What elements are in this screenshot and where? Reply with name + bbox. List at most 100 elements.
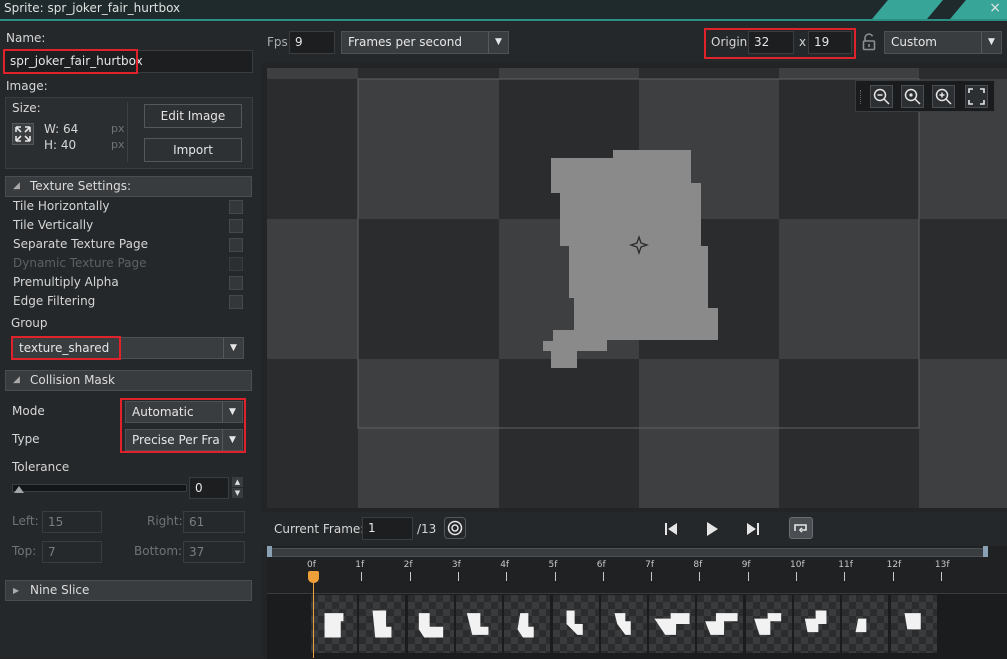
mask-top-input: 7 (42, 541, 102, 563)
frame-timeline[interactable]: 0f 1f 2f 3f 4f 5f 6f 7f 8f 9f 10f 11f 12f 13f (267, 546, 1007, 659)
origin-highlight (704, 28, 856, 59)
timeline-tick-label: 9f (741, 560, 751, 570)
timeline-tick-label: 1f (355, 560, 365, 570)
frame-thumbnail[interactable] (504, 595, 552, 653)
unlock-icon[interactable] (861, 33, 877, 51)
collision-mask-header[interactable]: ◢ Collision Mask (5, 370, 252, 391)
width-unit: px (111, 122, 125, 135)
range-start-handle[interactable] (267, 546, 272, 557)
fps-input[interactable]: 9 (289, 31, 335, 54)
spin-up-icon[interactable]: ▲ (232, 477, 243, 487)
grip-icon (860, 90, 863, 104)
playhead-handle[interactable] (308, 571, 319, 583)
nine-slice-label: Nine Slice (30, 583, 90, 597)
collapse-triangle-icon: ◢ (13, 375, 20, 385)
edge-filtering-checkbox[interactable] (229, 295, 243, 309)
fps-label: Fps (267, 35, 288, 49)
frame-thumbnail[interactable] (697, 595, 745, 653)
timeline-tick (747, 572, 749, 581)
collapse-triangle-icon: ◢ (13, 181, 20, 191)
chevron-down-icon: ▼ (488, 32, 508, 53)
frame-sprite (705, 613, 738, 635)
fit-screen-icon[interactable] (965, 85, 988, 108)
zoom-toolbar (855, 80, 995, 112)
timeline-range-bar[interactable] (270, 548, 988, 557)
playhead-line (313, 572, 314, 658)
slider-handle[interactable] (14, 486, 24, 493)
tolerance-slider[interactable] (12, 484, 187, 492)
timeline-tick-label: 4f (500, 560, 510, 570)
resize-arrows-icon[interactable] (12, 123, 34, 145)
premultiply-alpha-checkbox[interactable] (229, 276, 243, 290)
zoom-out-icon[interactable] (870, 85, 893, 108)
frame-thumbnail[interactable] (842, 595, 890, 653)
size-label: Size: (12, 101, 41, 115)
play-icon[interactable] (703, 520, 721, 538)
frame-sprite (753, 613, 781, 635)
collision-mask-label: Collision Mask (30, 373, 115, 387)
zoom-in-icon[interactable] (932, 85, 955, 108)
timeline-tick-label: 6f (596, 560, 606, 570)
import-button[interactable]: Import (144, 138, 242, 162)
frame-sprite (904, 613, 921, 630)
timeline-tick-label: 8f (693, 560, 703, 570)
timeline-tick (940, 572, 942, 581)
frame-thumbnail[interactable] (649, 595, 697, 653)
tile-horizontally-checkbox[interactable] (229, 200, 243, 214)
origin-preset-select[interactable]: Custom ▼ (884, 31, 1002, 54)
timeline-tick (796, 572, 797, 581)
frame-sprite (466, 613, 489, 635)
timeline-tick-label: 13f (934, 560, 950, 570)
frame-sprite (614, 613, 631, 635)
frame-thumbnail[interactable] (794, 595, 841, 653)
zoom-reset-icon[interactable] (901, 85, 924, 108)
frame-thumbnail[interactable] (407, 595, 455, 653)
width-value: W: 64 (44, 122, 79, 136)
separate-texture-page-checkbox[interactable] (229, 238, 243, 252)
mask-bottom-input: 37 (183, 541, 245, 563)
frame-thumbnail[interactable] (552, 595, 600, 653)
texture-settings-label: Texture Settings: (30, 179, 132, 193)
divider (127, 102, 128, 162)
frame-thumbnail[interactable] (455, 595, 503, 653)
range-end-handle[interactable] (983, 546, 988, 557)
timeline-tick-label: 0f (307, 560, 316, 570)
skip-forward-icon[interactable] (744, 520, 762, 538)
frame-thumbnail[interactable] (890, 595, 938, 653)
mode-label: Mode (12, 404, 45, 418)
fps-mode-select[interactable]: Frames per second ▼ (341, 31, 509, 54)
top-label: Top: (12, 544, 37, 558)
texture-settings-header[interactable]: ◢ Texture Settings: (5, 176, 252, 197)
group-highlight (11, 336, 121, 360)
frame-sprite (804, 610, 827, 633)
nine-slice-header[interactable]: ▶ Nine Slice (5, 580, 252, 601)
frame-thumbnail[interactable] (745, 595, 793, 653)
option-premultiply-alpha: Premultiply Alpha (13, 275, 119, 289)
sprite-canvas[interactable] (267, 68, 1007, 508)
group-label: Group (11, 316, 48, 330)
chevron-down-icon: ▼ (223, 338, 243, 358)
timeline-tick (892, 572, 894, 581)
onion-skin-icon[interactable] (444, 517, 466, 539)
frame-thumbnail[interactable] (311, 595, 358, 653)
tolerance-input[interactable]: 0 (189, 477, 229, 499)
tile-vertically-checkbox[interactable] (229, 219, 243, 233)
frame-thumbnail[interactable] (600, 595, 648, 653)
timeline-tick (844, 572, 846, 581)
skip-back-icon[interactable] (662, 520, 680, 538)
frame-sprite (324, 613, 344, 638)
properties-panel: Name: spr_joker_fair_hurtbox Image: Size… (0, 22, 262, 658)
spin-down-icon[interactable]: ▼ (232, 488, 243, 498)
frame-sprite (418, 613, 443, 638)
loop-icon[interactable] (789, 517, 813, 539)
canvas-checkerboard (267, 68, 1007, 508)
current-frame-input[interactable]: 1 (362, 517, 413, 540)
mask-right-input: 61 (183, 511, 245, 533)
sprite-toolbar: Fps 9 Frames per second ▼ Origin 32 x 19… (262, 22, 1007, 62)
edit-image-button[interactable]: Edit Image (144, 104, 242, 128)
frame-controls: Current Frame: 1 /13 (262, 512, 1007, 546)
close-icon[interactable]: × (989, 0, 1001, 16)
option-edge-filtering: Edge Filtering (13, 294, 96, 308)
timeline-tick (699, 572, 701, 581)
frame-thumbnail[interactable] (359, 595, 407, 653)
